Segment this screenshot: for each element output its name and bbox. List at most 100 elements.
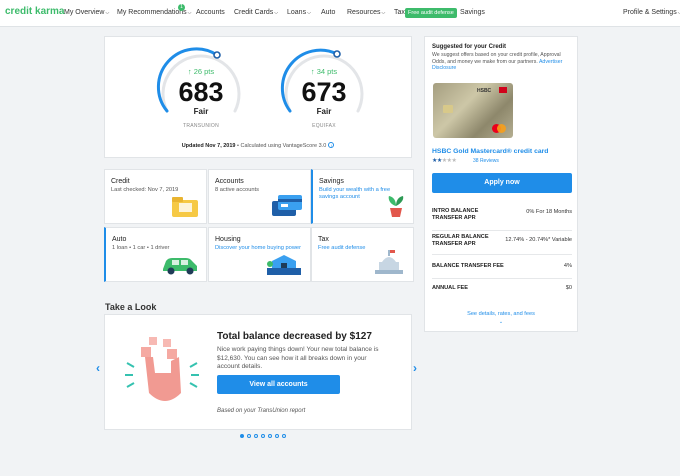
top-nav: credit karma My Overview⌵ My Recommendat… bbox=[0, 0, 680, 27]
see-details-link[interactable]: See details, rates, and fees bbox=[425, 311, 577, 317]
tile-subtitle: Last checked: Nov 7, 2019 bbox=[111, 187, 179, 193]
carousel-dot[interactable] bbox=[275, 434, 279, 438]
terms-row: REGULAR BALANCE TRANSFER APR 12.74% - 20… bbox=[432, 233, 572, 255]
term-label: INTRO BALANCE TRANSFER APR bbox=[432, 208, 479, 221]
free-audit-badge: Free audit defense bbox=[405, 8, 457, 18]
reviews-link[interactable]: 38 Reviews bbox=[473, 158, 499, 164]
rock-hand-icon bbox=[125, 337, 199, 401]
score-change: ↑ 34 pts bbox=[310, 67, 338, 76]
tile-title: Accounts bbox=[215, 178, 244, 185]
terms-row: BALANCE TRANSFER FEE 4% bbox=[432, 259, 572, 279]
nav-credit-cards[interactable]: Credit Cards⌵ bbox=[234, 9, 278, 16]
term-label: BALANCE TRANSFER FEE bbox=[432, 263, 504, 269]
transunion-gauge[interactable]: ↑ 26 pts 683 Fair TRANSUNION bbox=[149, 41, 253, 129]
bureau-label: TRANSUNION bbox=[182, 123, 220, 129]
chevron-down-icon: ⌵ bbox=[187, 10, 192, 16]
chevron-down-icon[interactable]: ⌄ bbox=[425, 319, 577, 325]
folder-icon bbox=[172, 197, 198, 217]
tile-housing[interactable]: Housing Discover your home buying power bbox=[208, 227, 311, 282]
credit-card-image[interactable]: HSBC bbox=[433, 83, 513, 138]
credit-score: 683 bbox=[178, 77, 224, 107]
credit-cards-icon bbox=[272, 195, 302, 216]
capitol-icon bbox=[375, 250, 403, 274]
carousel-dot[interactable] bbox=[282, 434, 286, 438]
logo[interactable]: credit karma bbox=[5, 6, 64, 17]
mastercard-logo-icon bbox=[497, 124, 506, 133]
tile-credit[interactable]: Credit Last checked: Nov 7, 2019 bbox=[104, 169, 207, 224]
nav-tax[interactable]: Tax bbox=[394, 9, 405, 16]
carousel-dots bbox=[240, 434, 286, 438]
carousel-dot[interactable] bbox=[240, 434, 244, 438]
term-value: $0 bbox=[565, 285, 572, 291]
insight-body: Nice work paying things down! Your new t… bbox=[217, 346, 379, 370]
nav-profile-settings[interactable]: Profile & Settings⌵ bbox=[623, 9, 680, 16]
tile-subtitle: Discover your home buying power bbox=[215, 245, 301, 251]
nav-label: My Overview bbox=[64, 9, 105, 16]
nav-label: My Recommendations bbox=[117, 9, 187, 16]
nav-savings[interactable]: Savings bbox=[460, 9, 485, 16]
credit-score: 673 bbox=[301, 77, 347, 107]
info-icon[interactable]: i bbox=[328, 142, 335, 148]
plant-icon bbox=[388, 196, 404, 217]
tile-auto[interactable]: Auto 1 loan • 1 car • 1 driver bbox=[104, 227, 207, 282]
tile-title: Housing bbox=[215, 236, 241, 243]
chevron-left-icon[interactable]: ‹ bbox=[96, 361, 100, 375]
chevron-down-icon: ⌵ bbox=[381, 10, 386, 16]
car-icon bbox=[163, 258, 197, 275]
score-rating: Fair bbox=[193, 107, 209, 116]
star-rating: ★★★★★ bbox=[432, 157, 457, 164]
terms-row: ANNUAL FEE $0 bbox=[432, 283, 572, 299]
tile-tax[interactable]: Tax Free audit defense bbox=[311, 227, 414, 282]
carousel-dot[interactable] bbox=[254, 434, 258, 438]
term-value: 12.74% - 20.74%* Variable bbox=[505, 237, 572, 243]
card-brand: HSBC bbox=[477, 88, 492, 94]
star-icon: ★★ bbox=[432, 158, 442, 164]
nav-label: Resources bbox=[347, 9, 381, 16]
nav-resources[interactable]: Resources⌵ bbox=[347, 9, 385, 16]
panel-heading: Suggested for your Credit bbox=[432, 44, 507, 50]
carousel-dot[interactable] bbox=[247, 434, 251, 438]
nav-label: Credit Cards bbox=[234, 9, 274, 16]
nav-accounts[interactable]: Accounts bbox=[196, 9, 225, 16]
card-name-link[interactable]: HSBC Gold Mastercard® credit card bbox=[432, 148, 548, 155]
hsbc-logo-icon bbox=[499, 87, 507, 93]
notification-badge: 1 bbox=[178, 4, 185, 11]
score-rating: Fair bbox=[316, 107, 332, 116]
tile-accounts[interactable]: Accounts 8 active accounts bbox=[208, 169, 311, 224]
insight-source-note: Based on your TransUnion report bbox=[217, 408, 306, 414]
term-label: ANNUAL FEE bbox=[432, 285, 468, 291]
nav-label: Profile & Settings bbox=[623, 9, 677, 16]
nav-label: Loans bbox=[287, 9, 307, 16]
carousel-dot[interactable] bbox=[268, 434, 272, 438]
term-label: REGULAR BALANCE TRANSFER APR bbox=[432, 234, 489, 247]
star-empty-icon: ★★★ bbox=[441, 158, 457, 164]
tile-title: Auto bbox=[112, 236, 127, 243]
nav-my-overview[interactable]: My Overview⌵ bbox=[64, 9, 109, 16]
tile-title: Credit bbox=[111, 178, 130, 185]
tile-savings[interactable]: Savings Build your wealth with a free sa… bbox=[311, 169, 414, 224]
chevron-down-icon: ⌵ bbox=[274, 10, 279, 16]
credit-score-card: ↑ 26 pts 683 Fair TRANSUNION ↑ 34 pts 67… bbox=[104, 36, 412, 158]
chevron-down-icon: ⌵ bbox=[105, 10, 110, 16]
nav-auto[interactable]: Auto bbox=[321, 9, 335, 16]
updated-line: Updated Nov 7, 2019 • Calculated using V… bbox=[105, 142, 411, 149]
panel-description: We suggest offers based on your credit p… bbox=[432, 52, 574, 72]
chevron-down-icon: ⌵ bbox=[307, 10, 311, 16]
view-all-accounts-button[interactable]: View all accounts bbox=[217, 375, 340, 394]
nav-loans[interactable]: Loans⌵ bbox=[287, 9, 311, 16]
equifax-gauge[interactable]: ↑ 34 pts 673 Fair EQUIFAX bbox=[272, 41, 376, 129]
house-icon bbox=[267, 255, 301, 275]
tile-title: Tax bbox=[318, 236, 329, 243]
updated-date: Updated Nov 7, 2019 bbox=[181, 143, 236, 149]
bureau-label: EQUIFAX bbox=[312, 123, 336, 129]
apply-now-button[interactable]: Apply now bbox=[432, 173, 572, 193]
insight-title: Total balance decreased by $127 bbox=[217, 331, 372, 342]
section-heading: Take a Look bbox=[105, 302, 157, 312]
term-value: 0% For 18 Months bbox=[526, 209, 572, 215]
terms-row: INTRO BALANCE TRANSFER APR 0% For 18 Mon… bbox=[432, 205, 572, 231]
chevron-right-icon[interactable]: › bbox=[413, 361, 417, 375]
tile-subtitle: 1 loan • 1 car • 1 driver bbox=[112, 245, 170, 251]
insight-card: Total balance decreased by $127 Nice wor… bbox=[104, 314, 412, 430]
carousel-dot[interactable] bbox=[261, 434, 265, 438]
suggested-card-panel: Suggested for your Credit We suggest off… bbox=[424, 36, 578, 332]
